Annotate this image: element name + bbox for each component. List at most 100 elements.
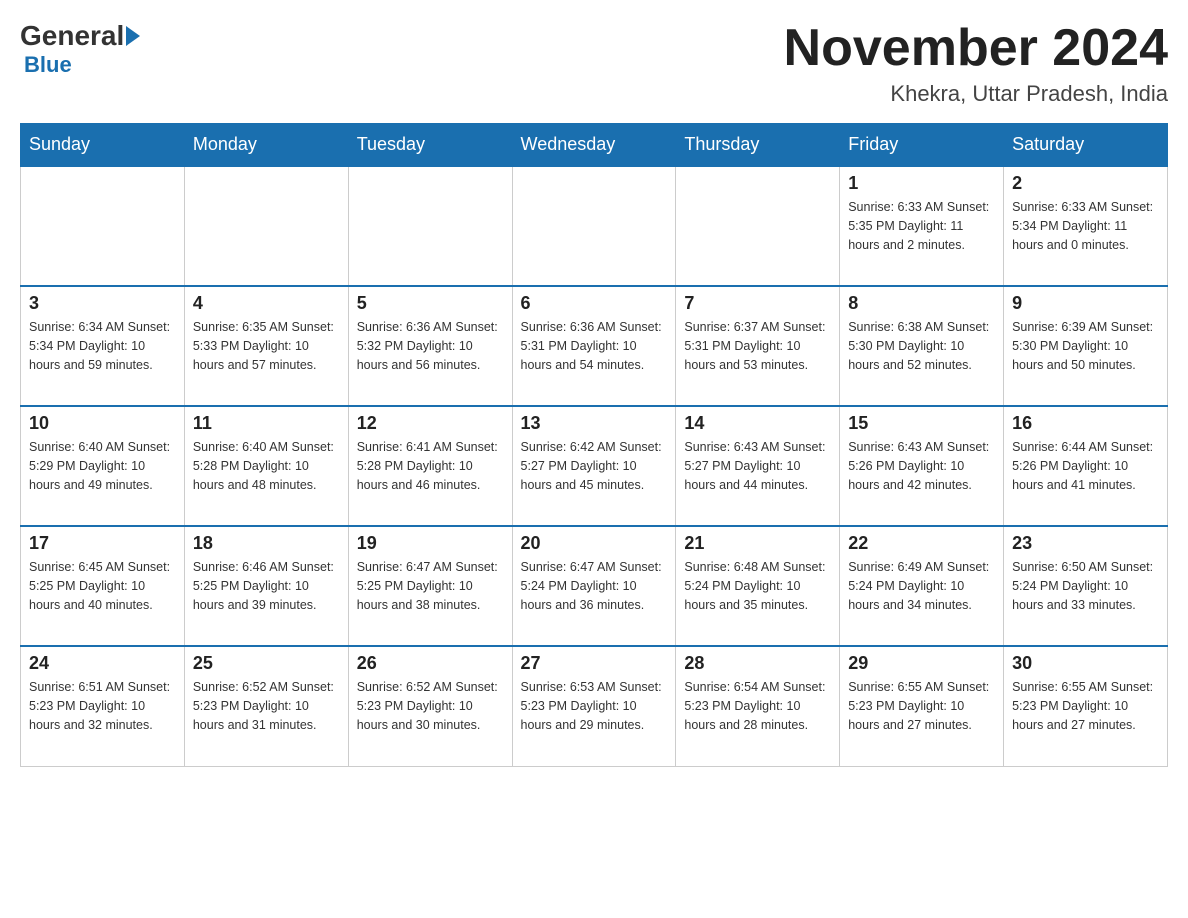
day-info: Sunrise: 6:38 AM Sunset: 5:30 PM Dayligh… xyxy=(848,318,995,374)
logo: General Blue xyxy=(20,20,142,78)
day-number: 22 xyxy=(848,533,995,554)
day-number: 21 xyxy=(684,533,831,554)
day-info: Sunrise: 6:36 AM Sunset: 5:32 PM Dayligh… xyxy=(357,318,504,374)
weekday-header-friday: Friday xyxy=(840,124,1004,167)
day-cell: 21 Sunrise: 6:48 AM Sunset: 5:24 PM Dayli… xyxy=(676,526,840,646)
day-cell: 27 Sunrise: 6:53 AM Sunset: 5:23 PM Dayli… xyxy=(512,646,676,766)
weekday-header-sunday: Sunday xyxy=(21,124,185,167)
day-cell: 30 Sunrise: 6:55 AM Sunset: 5:23 PM Dayli… xyxy=(1004,646,1168,766)
day-cell: 22 Sunrise: 6:49 AM Sunset: 5:24 PM Dayli… xyxy=(840,526,1004,646)
day-info: Sunrise: 6:55 AM Sunset: 5:23 PM Dayligh… xyxy=(848,678,995,734)
day-info: Sunrise: 6:54 AM Sunset: 5:23 PM Dayligh… xyxy=(684,678,831,734)
day-number: 23 xyxy=(1012,533,1159,554)
day-info: Sunrise: 6:40 AM Sunset: 5:28 PM Dayligh… xyxy=(193,438,340,494)
day-number: 18 xyxy=(193,533,340,554)
day-info: Sunrise: 6:55 AM Sunset: 5:23 PM Dayligh… xyxy=(1012,678,1159,734)
day-cell: 2 Sunrise: 6:33 AM Sunset: 5:34 PM Daylig… xyxy=(1004,166,1168,286)
day-number: 8 xyxy=(848,293,995,314)
day-info: Sunrise: 6:50 AM Sunset: 5:24 PM Dayligh… xyxy=(1012,558,1159,614)
day-info: Sunrise: 6:36 AM Sunset: 5:31 PM Dayligh… xyxy=(521,318,668,374)
day-cell: 25Sunrise: 6:52 AM Sunset: 5:23 PM Dayli… xyxy=(184,646,348,766)
day-cell: 23 Sunrise: 6:50 AM Sunset: 5:24 PM Dayli… xyxy=(1004,526,1168,646)
day-number: 16 xyxy=(1012,413,1159,434)
day-number: 29 xyxy=(848,653,995,674)
week-row-1: 3 Sunrise: 6:34 AM Sunset: 5:34 PM Daylig… xyxy=(21,286,1168,406)
weekday-header-monday: Monday xyxy=(184,124,348,167)
day-info: Sunrise: 6:34 AM Sunset: 5:34 PM Dayligh… xyxy=(29,318,176,374)
day-info: Sunrise: 6:49 AM Sunset: 5:24 PM Dayligh… xyxy=(848,558,995,614)
day-number: 19 xyxy=(357,533,504,554)
day-cell: 12Sunrise: 6:41 AM Sunset: 5:28 PM Dayli… xyxy=(348,406,512,526)
day-cell: 3 Sunrise: 6:34 AM Sunset: 5:34 PM Daylig… xyxy=(21,286,185,406)
day-number: 24 xyxy=(29,653,176,674)
day-number: 30 xyxy=(1012,653,1159,674)
day-info: Sunrise: 6:47 AM Sunset: 5:24 PM Dayligh… xyxy=(521,558,668,614)
day-cell: 11 Sunrise: 6:40 AM Sunset: 5:28 PM Dayli… xyxy=(184,406,348,526)
day-cell: 6 Sunrise: 6:36 AM Sunset: 5:31 PM Daylig… xyxy=(512,286,676,406)
logo-general-text: General xyxy=(20,20,124,52)
day-info: Sunrise: 6:42 AM Sunset: 5:27 PM Dayligh… xyxy=(521,438,668,494)
day-info: Sunrise: 6:48 AM Sunset: 5:24 PM Dayligh… xyxy=(684,558,831,614)
day-cell: 14 Sunrise: 6:43 AM Sunset: 5:27 PM Dayli… xyxy=(676,406,840,526)
weekday-header-tuesday: Tuesday xyxy=(348,124,512,167)
day-cell: 1Sunrise: 6:33 AM Sunset: 5:35 PM Daylig… xyxy=(840,166,1004,286)
day-number: 3 xyxy=(29,293,176,314)
week-row-2: 10Sunrise: 6:40 AM Sunset: 5:29 PM Dayli… xyxy=(21,406,1168,526)
week-row-3: 17 Sunrise: 6:45 AM Sunset: 5:25 PM Dayli… xyxy=(21,526,1168,646)
day-cell xyxy=(348,166,512,286)
day-number: 17 xyxy=(29,533,176,554)
day-info: Sunrise: 6:47 AM Sunset: 5:25 PM Dayligh… xyxy=(357,558,504,614)
day-number: 15 xyxy=(848,413,995,434)
day-number: 13 xyxy=(521,413,668,434)
day-info: Sunrise: 6:40 AM Sunset: 5:29 PM Dayligh… xyxy=(29,438,176,494)
day-info: Sunrise: 6:33 AM Sunset: 5:34 PM Dayligh… xyxy=(1012,198,1159,254)
day-cell xyxy=(184,166,348,286)
day-cell xyxy=(21,166,185,286)
day-info: Sunrise: 6:35 AM Sunset: 5:33 PM Dayligh… xyxy=(193,318,340,374)
day-cell: 9Sunrise: 6:39 AM Sunset: 5:30 PM Daylig… xyxy=(1004,286,1168,406)
day-cell: 20Sunrise: 6:47 AM Sunset: 5:24 PM Dayli… xyxy=(512,526,676,646)
weekday-header-row: SundayMondayTuesdayWednesdayThursdayFrid… xyxy=(21,124,1168,167)
day-cell xyxy=(512,166,676,286)
day-info: Sunrise: 6:45 AM Sunset: 5:25 PM Dayligh… xyxy=(29,558,176,614)
day-info: Sunrise: 6:37 AM Sunset: 5:31 PM Dayligh… xyxy=(684,318,831,374)
day-cell: 10Sunrise: 6:40 AM Sunset: 5:29 PM Dayli… xyxy=(21,406,185,526)
day-cell: 7Sunrise: 6:37 AM Sunset: 5:31 PM Daylig… xyxy=(676,286,840,406)
day-cell: 13 Sunrise: 6:42 AM Sunset: 5:27 PM Dayli… xyxy=(512,406,676,526)
day-number: 27 xyxy=(521,653,668,674)
weekday-header-saturday: Saturday xyxy=(1004,124,1168,167)
day-info: Sunrise: 6:43 AM Sunset: 5:26 PM Dayligh… xyxy=(848,438,995,494)
month-title: November 2024 xyxy=(784,20,1168,77)
day-cell: 8 Sunrise: 6:38 AM Sunset: 5:30 PM Daylig… xyxy=(840,286,1004,406)
day-number: 2 xyxy=(1012,173,1159,194)
logo-blue-text: Blue xyxy=(24,52,72,78)
day-info: Sunrise: 6:51 AM Sunset: 5:23 PM Dayligh… xyxy=(29,678,176,734)
day-info: Sunrise: 6:33 AM Sunset: 5:35 PM Dayligh… xyxy=(848,198,995,254)
day-cell: 19 Sunrise: 6:47 AM Sunset: 5:25 PM Dayli… xyxy=(348,526,512,646)
day-number: 11 xyxy=(193,413,340,434)
day-number: 28 xyxy=(684,653,831,674)
week-row-0: 1Sunrise: 6:33 AM Sunset: 5:35 PM Daylig… xyxy=(21,166,1168,286)
day-number: 4 xyxy=(193,293,340,314)
day-cell: 24 Sunrise: 6:51 AM Sunset: 5:23 PM Dayli… xyxy=(21,646,185,766)
day-cell: 16 Sunrise: 6:44 AM Sunset: 5:26 PM Dayli… xyxy=(1004,406,1168,526)
day-number: 26 xyxy=(357,653,504,674)
day-number: 14 xyxy=(684,413,831,434)
day-info: Sunrise: 6:41 AM Sunset: 5:28 PM Dayligh… xyxy=(357,438,504,494)
day-cell: 29 Sunrise: 6:55 AM Sunset: 5:23 PM Dayli… xyxy=(840,646,1004,766)
day-info: Sunrise: 6:52 AM Sunset: 5:23 PM Dayligh… xyxy=(357,678,504,734)
week-row-4: 24 Sunrise: 6:51 AM Sunset: 5:23 PM Dayli… xyxy=(21,646,1168,766)
day-cell: 5 Sunrise: 6:36 AM Sunset: 5:32 PM Daylig… xyxy=(348,286,512,406)
day-info: Sunrise: 6:53 AM Sunset: 5:23 PM Dayligh… xyxy=(521,678,668,734)
day-info: Sunrise: 6:43 AM Sunset: 5:27 PM Dayligh… xyxy=(684,438,831,494)
day-number: 25 xyxy=(193,653,340,674)
day-number: 5 xyxy=(357,293,504,314)
day-info: Sunrise: 6:44 AM Sunset: 5:26 PM Dayligh… xyxy=(1012,438,1159,494)
location: Khekra, Uttar Pradesh, India xyxy=(784,81,1168,107)
day-cell: 28 Sunrise: 6:54 AM Sunset: 5:23 PM Dayli… xyxy=(676,646,840,766)
day-number: 9 xyxy=(1012,293,1159,314)
logo-triangle-icon xyxy=(126,26,140,46)
day-cell: 26 Sunrise: 6:52 AM Sunset: 5:23 PM Dayli… xyxy=(348,646,512,766)
page-header: General Blue November 2024 Khekra, Uttar… xyxy=(20,20,1168,107)
day-number: 6 xyxy=(521,293,668,314)
